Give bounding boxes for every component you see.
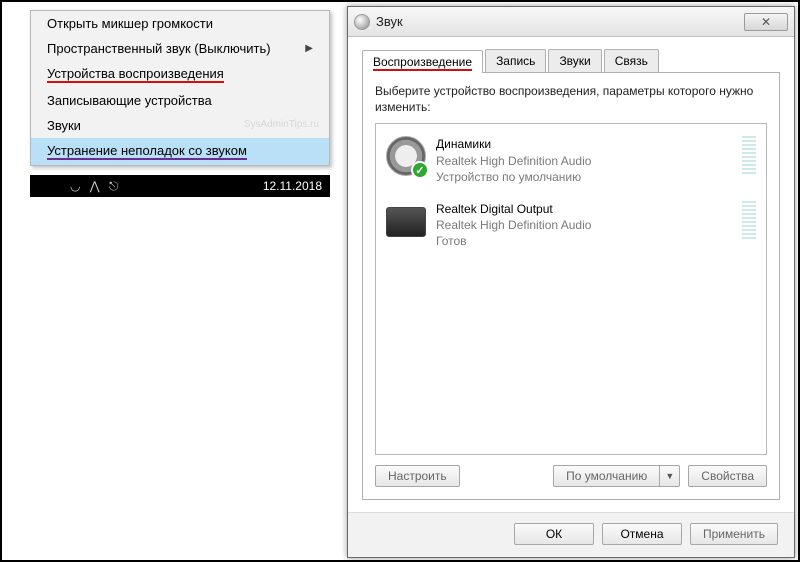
speaker-icon [354,14,370,30]
sound-dialog-window: Звук ✕ Воспроизведение Запись Звуки Связ… [347,6,795,558]
volume-context-menu: Открыть микшер громкости Пространственны… [30,10,330,166]
tab-label: Звуки [559,54,590,68]
tray-icons: ◡ ⋀ ⎋ [70,179,121,194]
instruction-text: Выберите устройство воспроизведения, пар… [375,83,767,115]
ctx-label: Открыть микшер громкости [47,16,213,31]
ctx-label: Устройства воспроизведения [47,66,224,83]
ctx-playback-devices[interactable]: Устройства воспроизведения [31,61,329,88]
level-meter [742,201,756,239]
apply-button[interactable]: Применить [690,523,778,545]
level-meter [742,136,756,174]
tab-strip: Воспроизведение Запись Звуки Связь [362,49,780,73]
default-check-icon: ✓ [411,161,429,179]
taskbar-fragment: ◡ ⋀ ⎋ 12.11.2018 [30,175,330,197]
submenu-arrow-icon: ▶ [305,43,313,54]
device-name: Динамики [436,136,591,152]
taskbar-date: 12.11.2018 [263,179,322,193]
close-icon: ✕ [761,15,771,29]
ctx-open-mixer[interactable]: Открыть микшер громкости [31,11,329,36]
tab-sounds[interactable]: Звуки [548,49,601,72]
device-driver: Realtek High Definition Audio [436,217,591,233]
tab-recording[interactable]: Запись [485,49,546,72]
properties-button[interactable]: Свойства [688,465,767,487]
tab-communications[interactable]: Связь [604,49,659,72]
device-status: Готов [436,233,591,249]
tab-label: Воспроизведение [373,55,472,71]
titlebar[interactable]: Звук ✕ [348,7,794,37]
device-status: Устройство по умолчанию [436,169,591,185]
chevron-down-icon: ▼ [665,471,674,481]
ctx-recording-devices[interactable]: Записывающие устройства [31,88,329,113]
device-name: Realtek Digital Output [436,201,591,217]
device-text: Realtek Digital Output Realtek High Defi… [436,201,591,250]
hardware-device-icon [386,207,426,237]
ctx-troubleshoot-sound[interactable]: Устранение неполадок со звуком [31,138,329,165]
set-default-split: По умолчанию ▼ [553,465,680,487]
ok-button[interactable]: ОК [514,523,594,545]
dialog-body: Воспроизведение Запись Звуки Связь Выбер… [348,37,794,512]
set-default-dropdown[interactable]: ▼ [660,465,680,487]
speaker-device-icon: ✓ [386,136,426,176]
set-default-button[interactable]: По умолчанию [553,465,660,487]
tab-label: Запись [496,54,535,68]
dialog-footer: ОК Отмена Применить [348,512,794,557]
device-driver: Realtek High Definition Audio [436,153,591,169]
tab-playback[interactable]: Воспроизведение [362,50,483,73]
configure-button[interactable]: Настроить [375,465,460,487]
tab-panel-playback: Выберите устройство воспроизведения, пар… [362,73,780,500]
ctx-spatial-sound[interactable]: Пространственный звук (Выключить) ▶ [31,36,329,61]
ctx-sounds[interactable]: Звуки [31,113,329,138]
ctx-label: Звуки [47,118,81,133]
panel-button-row: Настроить По умолчанию ▼ Свойства [375,465,767,487]
ctx-label: Устранение неполадок со звуком [47,143,247,160]
device-list[interactable]: ✓ Динамики Realtek High Definition Audio… [375,123,767,455]
device-text: Динамики Realtek High Definition Audio У… [436,136,591,185]
cancel-button[interactable]: Отмена [602,523,682,545]
close-button[interactable]: ✕ [744,13,788,31]
window-title: Звук [376,14,403,29]
ctx-label: Записывающие устройства [47,93,212,108]
tab-label: Связь [615,54,648,68]
device-item-speakers[interactable]: ✓ Динамики Realtek High Definition Audio… [384,130,758,195]
device-item-digital-output[interactable]: Realtek Digital Output Realtek High Defi… [384,195,758,260]
ctx-label: Пространственный звук (Выключить) [47,41,271,56]
